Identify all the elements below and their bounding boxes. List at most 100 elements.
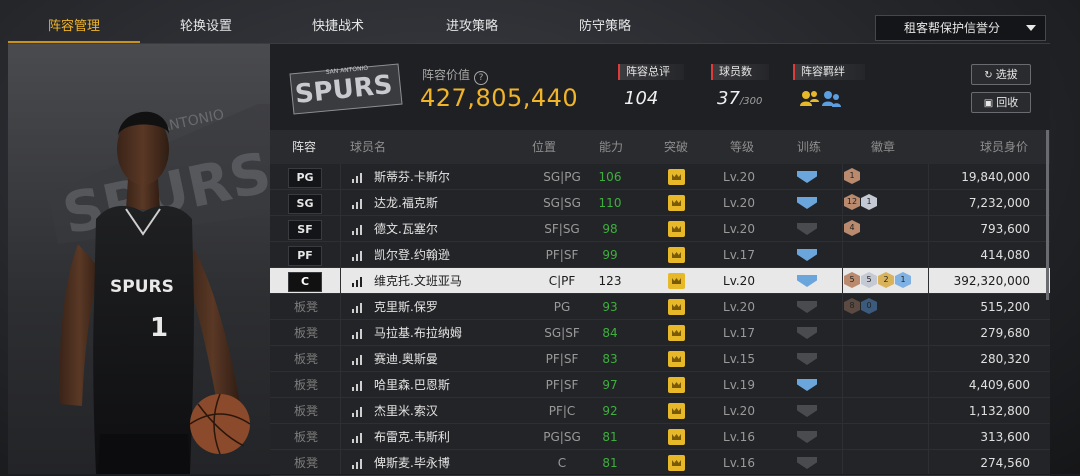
player-name[interactable]: 赛迪.奥斯曼 [374, 346, 438, 372]
table-row[interactable]: 板凳 克里斯.保罗 PG 93 Lv.20 8 0 515,200 [270, 294, 1050, 320]
badge-list[interactable]: 5521 [844, 272, 912, 290]
breakthrough-crown-icon[interactable] [668, 403, 685, 419]
badge-list[interactable]: 1 [844, 168, 861, 186]
player-name[interactable]: 德文.瓦塞尔 [374, 216, 438, 242]
training-icon[interactable] [797, 457, 817, 469]
training-icon[interactable] [797, 171, 817, 183]
player-name[interactable]: 哈里森.巴恩斯 [374, 372, 450, 398]
training-icon[interactable] [797, 301, 817, 313]
badge-list[interactable]: 80 [844, 298, 878, 316]
breakthrough-crown-icon[interactable] [668, 221, 685, 237]
tab-quick-tactics[interactable]: 快捷战术 [272, 8, 404, 44]
select-button[interactable]: ↻ 选拔 [971, 64, 1031, 85]
bench-label: 板凳 [294, 430, 319, 444]
col-header-level[interactable]: 等级 [730, 130, 754, 164]
table-row[interactable]: 板凳 布雷克.韦斯利 PG|SG 81 Lv.16 313,600 [270, 424, 1050, 450]
tab-defense-strategy[interactable]: 防守策略 [540, 8, 670, 44]
col-header-name[interactable]: 球员名 [350, 130, 386, 164]
player-name[interactable]: 俾斯麦.毕永博 [374, 450, 450, 476]
player-level: Lv.17 [723, 326, 755, 340]
table-scrollbar[interactable] [1046, 130, 1049, 300]
table-row[interactable]: SG 达龙.福克斯 SG|SG 110 Lv.20 12 1 7,232,000 [270, 190, 1050, 216]
player-position: SG|SG [543, 196, 581, 210]
training-icon[interactable] [797, 431, 817, 443]
reputation-dropdown[interactable]: 租客帮保护信誉分 [875, 15, 1046, 41]
lineup-value-label: 阵容价值? [422, 66, 489, 85]
player-position: PF|C [548, 404, 576, 418]
table-row[interactable]: 板凳 杰里米.索汉 PF|C 92 Lv.20 1,132,800 [270, 398, 1050, 424]
table-row[interactable]: SF 德文.瓦塞尔 SF|SG 98 Lv.20 4 793,600 [270, 216, 1050, 242]
training-icon[interactable] [797, 379, 817, 391]
training-icon[interactable] [797, 327, 817, 339]
col-header-breakthrough[interactable]: 突破 [664, 130, 688, 164]
player-value: 1,132,800 [968, 404, 1030, 418]
tab-rotation-settings[interactable]: 轮换设置 [140, 8, 272, 44]
breakthrough-crown-icon[interactable] [668, 299, 685, 315]
signal-bars-icon [352, 458, 364, 469]
info-icon[interactable]: ? [474, 71, 489, 85]
player-value: 7,232,000 [968, 196, 1030, 210]
training-icon[interactable] [797, 249, 817, 261]
player-value: 279,680 [980, 326, 1030, 340]
refresh-icon: ↻ [984, 70, 993, 81]
table-row[interactable]: 板凳 哈里森.巴恩斯 PF|SF 97 Lv.19 4,409,600 [270, 372, 1050, 398]
table-row[interactable]: 板凳 俾斯麦.毕永博 C 81 Lv.16 274,560 [270, 450, 1050, 476]
signal-bars-icon [352, 354, 364, 365]
training-icon[interactable] [797, 353, 817, 365]
player-value: 313,600 [980, 430, 1030, 444]
breakthrough-crown-icon[interactable] [668, 247, 685, 263]
player-name[interactable]: 凯尔登.约翰逊 [374, 242, 450, 268]
badge-list[interactable]: 12 1 [844, 194, 878, 212]
col-header-player-value[interactable]: 球员身价 [980, 130, 1028, 164]
caret-down-icon [1026, 25, 1036, 31]
breakthrough-crown-icon[interactable] [668, 169, 685, 185]
player-level: Lv.20 [723, 170, 755, 184]
player-name[interactable]: 维克托.文班亚马 [374, 268, 462, 294]
signal-bars-icon [352, 380, 364, 391]
training-icon[interactable] [797, 405, 817, 417]
table-row[interactable]: 板凳 赛迪.奥斯曼 PF|SF 83 Lv.15 280,320 [270, 346, 1050, 372]
roster-table: 阵容 球员名 位置 能力 突破 等级 训练 徽章 球员身价 PG 斯蒂芬.卡斯尔 S… [270, 130, 1050, 476]
lineup-bond-icons[interactable] [799, 88, 843, 114]
training-icon[interactable] [797, 223, 817, 235]
col-header-training[interactable]: 训练 [797, 130, 821, 164]
player-name[interactable]: 斯蒂芬.卡斯尔 [374, 164, 450, 190]
breakthrough-crown-icon[interactable] [668, 429, 685, 445]
player-name[interactable]: 克里斯.保罗 [374, 294, 438, 320]
breakthrough-crown-icon[interactable] [668, 195, 685, 211]
col-header-position[interactable]: 位置 [532, 130, 556, 164]
recycle-button[interactable]: ▣ 回收 [971, 92, 1031, 113]
tab-lineup-management[interactable]: 阵容管理 [8, 8, 140, 44]
col-header-badges[interactable]: 徽章 [871, 130, 895, 164]
player-level: Lv.20 [723, 404, 755, 418]
col-header-ability[interactable]: 能力 [599, 130, 623, 164]
player-ability: 81 [602, 456, 618, 470]
tab-offense-strategy[interactable]: 进攻策略 [404, 8, 540, 44]
table-row[interactable]: C 维克托.文班亚马 C|PF 123 Lv.20 5 5 2 1 392,320,000 [270, 268, 1050, 294]
table-row[interactable]: 板凳 马拉基.布拉纳姆 SG|SF 84 Lv.17 279,680 [270, 320, 1050, 346]
badge-list[interactable]: 4 [844, 220, 861, 238]
breakthrough-crown-icon[interactable] [668, 273, 685, 289]
player-name[interactable]: 达龙.福克斯 [374, 190, 438, 216]
recycle-icon: ▣ [983, 98, 994, 109]
player-position: SG|PG [543, 170, 581, 184]
player-name[interactable]: 马拉基.布拉纳姆 [374, 320, 462, 346]
col-header-lineup[interactable]: 阵容 [292, 130, 316, 164]
player-count: 37/300 [717, 88, 762, 109]
bench-label: 板凳 [294, 404, 319, 418]
table-row[interactable]: PF 凯尔登.约翰逊 PF|SF 99 Lv.17 414,080 [270, 242, 1050, 268]
table-row[interactable]: PG 斯蒂芬.卡斯尔 SG|PG 106 Lv.20 1 19,840,000 [270, 164, 1050, 190]
breakthrough-crown-icon[interactable] [668, 351, 685, 367]
player-ability: 99 [602, 248, 618, 262]
breakthrough-crown-icon[interactable] [668, 377, 685, 393]
player-name[interactable]: 布雷克.韦斯利 [374, 424, 450, 450]
signal-bars-icon [352, 250, 364, 261]
player-ability: 81 [602, 430, 618, 444]
training-icon[interactable] [797, 197, 817, 209]
training-icon[interactable] [797, 275, 817, 287]
slot-badge: SG [288, 194, 322, 214]
breakthrough-crown-icon[interactable] [668, 325, 685, 341]
player-name[interactable]: 杰里米.索汉 [374, 398, 438, 424]
breakthrough-crown-icon[interactable] [668, 455, 685, 471]
player-level: Lv.17 [723, 248, 755, 262]
